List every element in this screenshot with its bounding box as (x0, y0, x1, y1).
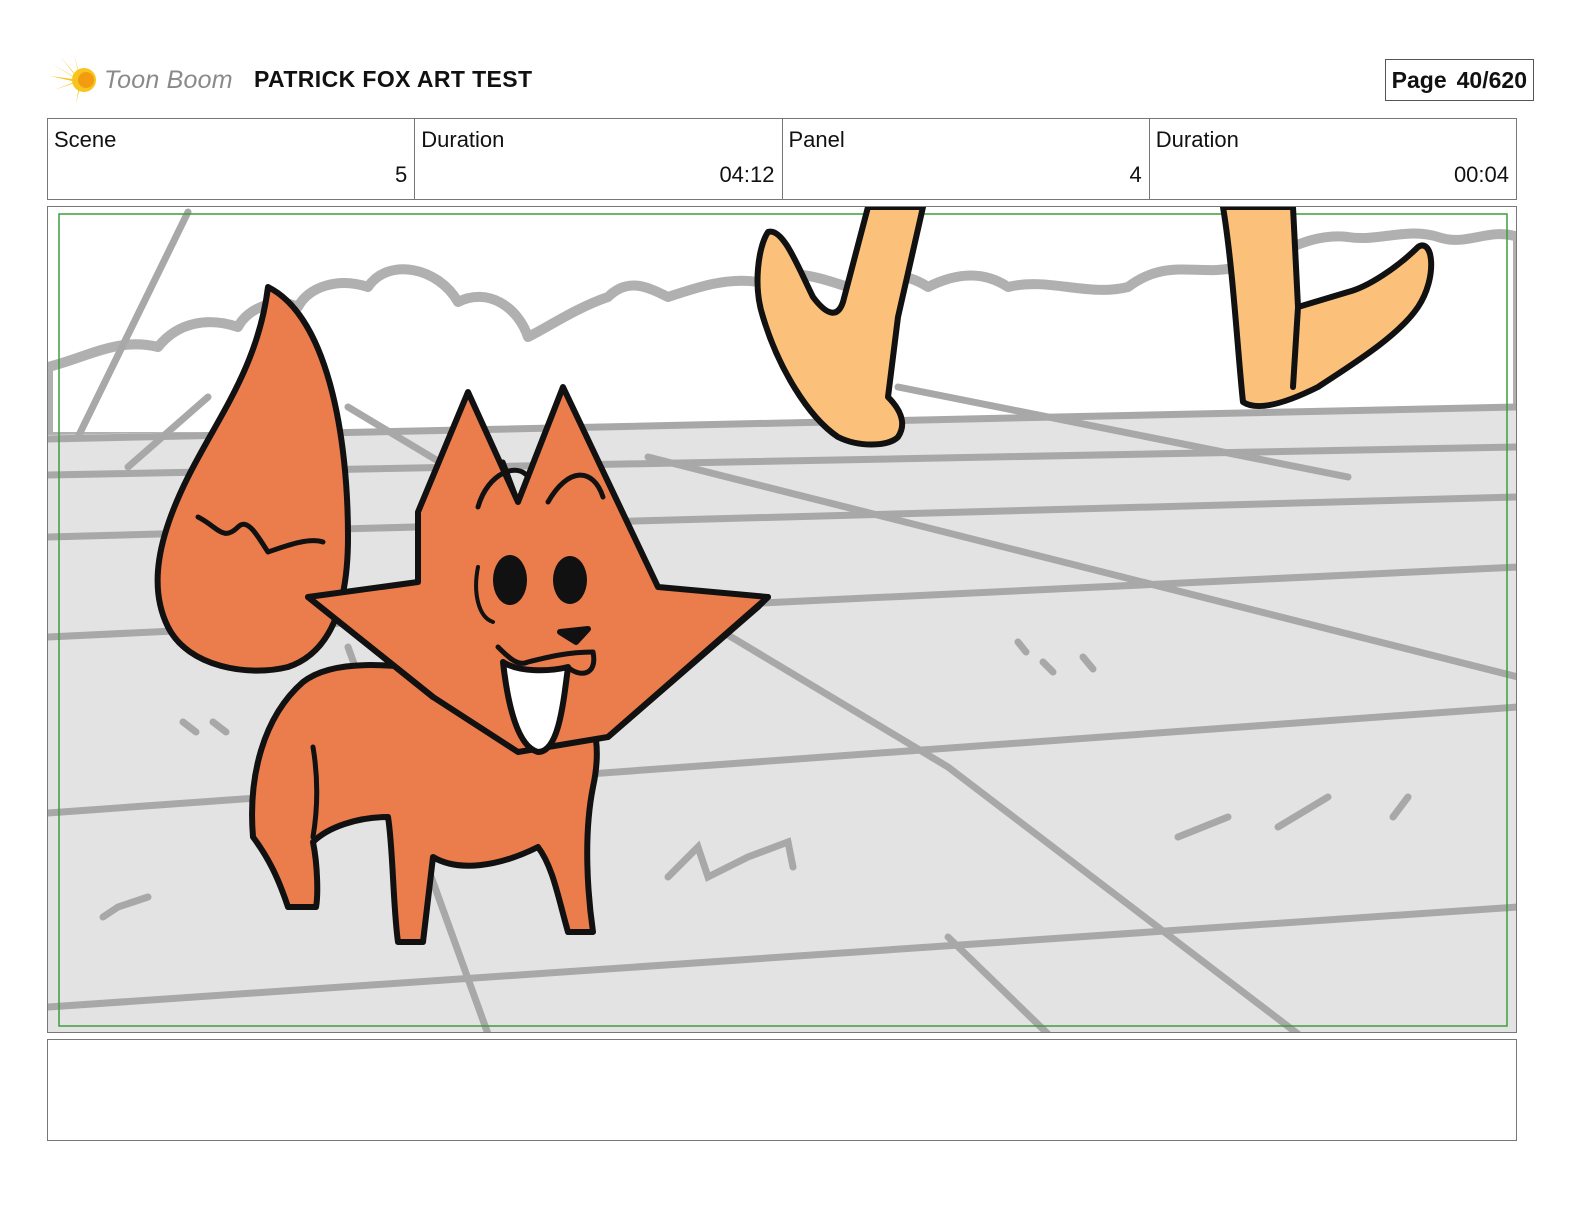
panel-label: Panel (788, 127, 845, 152)
panel-duration-value: 00:04 (1453, 162, 1509, 187)
scene-label: Scene (54, 127, 117, 152)
scene-duration-label: Duration (421, 127, 505, 152)
panel-illustration (48, 207, 1516, 1032)
panel-value: 4 (1129, 162, 1142, 187)
page-number: 40/620 (1456, 66, 1527, 93)
panel-notes-box[interactable] (47, 1039, 1517, 1141)
scene-duration-value: 04:12 (719, 162, 775, 187)
toon-boom-logo: Toon Boom (50, 54, 240, 106)
project-title: PATRICK FOX ART TEST (254, 66, 533, 92)
scene-value: 5 (395, 162, 408, 187)
storyboard-panel (47, 206, 1517, 1033)
panel-duration-cell: Duration 00:04 (1150, 119, 1516, 199)
fox-right-eye (553, 556, 587, 604)
logo-text: Toon Boom (104, 65, 233, 94)
page-label: Page (1391, 66, 1447, 93)
panel-duration-label: Duration (1155, 127, 1239, 152)
scene-cell: Scene 5 (48, 119, 416, 199)
page-header: Toon Boom PATRICK FOX ART TEST Page 40/6… (50, 54, 1534, 110)
scene-duration-cell: Duration 04:12 (415, 119, 783, 199)
page-indicator: Page 40/620 (1384, 59, 1534, 101)
starburst-logo-icon (50, 54, 96, 104)
fox-left-eye (493, 555, 527, 605)
panel-cell: Panel 4 (783, 119, 1150, 199)
panel-info-bar: Scene 5 Duration 04:12 Panel 4 Duration … (47, 118, 1517, 200)
